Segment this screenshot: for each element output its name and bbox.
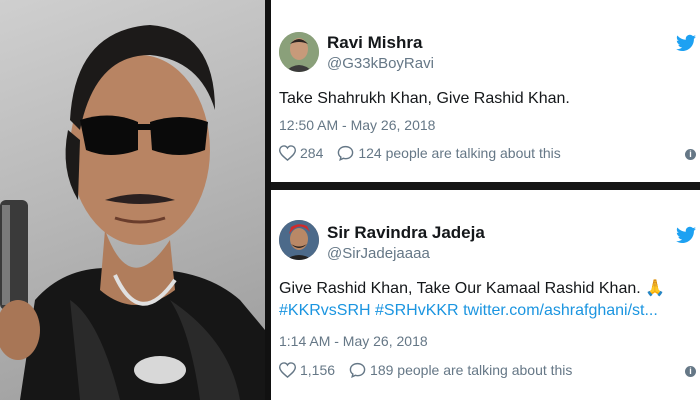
like-count: 1,156 <box>300 362 336 378</box>
person-photo-illustration <box>0 25 265 400</box>
tweet-stats: 284 124 people are talking about this <box>279 145 575 161</box>
like-stat[interactable]: 1,156 <box>279 362 335 378</box>
speech-bubble-icon <box>338 145 354 161</box>
avatar-image <box>279 220 319 260</box>
tweet-timestamp[interactable]: 1:14 AM - May 26, 2018 <box>279 333 428 349</box>
horizontal-divider <box>271 182 700 190</box>
reply-stat[interactable]: 189 people are talking about this <box>349 362 572 378</box>
url-link[interactable]: twitter.com/ashrafghani/st... <box>463 302 658 319</box>
info-icon[interactable]: i <box>685 366 696 377</box>
like-count: 284 <box>300 145 324 161</box>
tweet-text: Take Shahrukh Khan, Give Rashid Khan. <box>279 90 570 107</box>
user-handle[interactable]: @SirJadejaaaa <box>327 245 430 262</box>
user-name[interactable]: Sir Ravindra Jadeja <box>327 223 485 243</box>
folded-hands-emoji: 🙏 <box>645 280 666 297</box>
hashtag-link[interactable]: #SRHvKKR <box>375 302 459 319</box>
person-photo <box>0 0 265 400</box>
tweet-card-1[interactable]: Ravi Mishra @G33kBoyRavi Take Shahrukh K… <box>271 0 700 182</box>
heart-icon <box>279 362 296 378</box>
avatar[interactable] <box>279 32 319 72</box>
avatar-image <box>279 32 319 72</box>
tweet-text: Give Rashid Khan, Take Our Kamaal Rashid… <box>279 278 665 322</box>
speech-bubble-icon <box>349 362 366 378</box>
tweet-text-line: Give Rashid Khan, Take Our Kamaal Rashid… <box>279 280 641 297</box>
hashtag-link[interactable]: #KKRvsSRH <box>279 302 371 319</box>
avatar[interactable] <box>279 220 319 260</box>
reply-count-text: 124 people are talking about this <box>358 145 561 161</box>
reply-count-text: 189 people are talking about this <box>370 362 573 378</box>
heart-icon <box>279 145 296 161</box>
tweet-card-2[interactable]: Sir Ravindra Jadeja @SirJadejaaaa Give R… <box>271 190 700 400</box>
twitter-bird-icon[interactable] <box>676 34 696 52</box>
like-stat[interactable]: 284 <box>279 145 323 161</box>
tweet-timestamp[interactable]: 12:50 AM - May 26, 2018 <box>279 117 435 133</box>
tweet-stats: 1,156 189 people are talking about this <box>279 362 586 378</box>
twitter-bird-icon[interactable] <box>676 226 696 244</box>
reply-stat[interactable]: 124 people are talking about this <box>337 145 561 161</box>
user-handle[interactable]: @G33kBoyRavi <box>327 55 434 72</box>
user-name[interactable]: Ravi Mishra <box>327 33 422 53</box>
info-icon[interactable]: i <box>685 149 696 160</box>
